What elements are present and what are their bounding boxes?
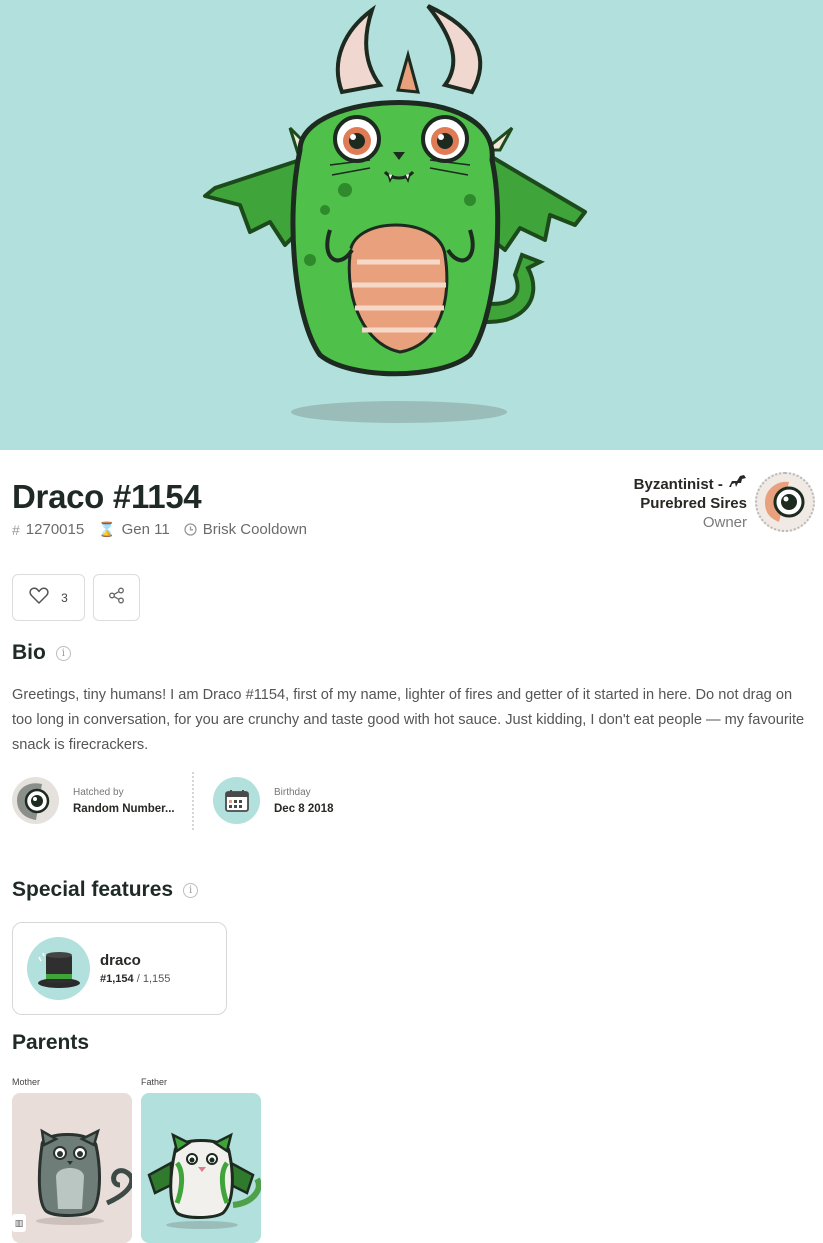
top-hat-icon [27, 937, 90, 1000]
owner-name-line2: Purebred Sires [640, 495, 747, 512]
kitty-id: # 1270015 [12, 521, 85, 538]
hash-icon: # [12, 521, 20, 538]
share-icon [108, 587, 125, 609]
share-button[interactable] [93, 574, 140, 621]
hatched-by-value: Random Number... [73, 802, 175, 815]
owner-info[interactable]: Byzantinist - Purebred Sires Owner [634, 473, 747, 532]
generation-badge-icon: ▥ [12, 1214, 26, 1232]
owner-avatar[interactable] [755, 472, 815, 532]
father-label: Father [141, 1077, 168, 1087]
parents-heading: Parents [12, 1031, 90, 1054]
heart-icon [29, 586, 49, 609]
info-icon[interactable]: i [183, 882, 199, 898]
bio-text: Greetings, tiny humans! I am Draco #1154… [12, 687, 805, 753]
owner-name-line1: Byzantinist - [633, 476, 723, 493]
hatched-by[interactable]: Hatched by Random Number... [12, 777, 175, 824]
father-kitty-illustration [147, 1132, 261, 1229]
kitty-cooldown[interactable]: Brisk Cooldown [184, 521, 307, 538]
clock-icon [184, 523, 197, 536]
mother-card[interactable] [12, 1093, 132, 1243]
like-count: 3 [61, 590, 68, 605]
feature-card-draco[interactable]: draco #1,154 / 1,155 [12, 922, 227, 1015]
feature-name: draco [100, 952, 141, 969]
info-icon[interactable]: i [55, 645, 71, 661]
kitty-generation[interactable]: ⌛ Gen 11 [98, 521, 170, 538]
father-card[interactable] [141, 1093, 261, 1243]
calendar-icon [213, 777, 260, 824]
birthday: Birthday Dec 8 2018 [213, 777, 333, 824]
birthday-label: Birthday [274, 786, 311, 798]
facts-divider [192, 772, 194, 830]
birthday-value: Dec 8 2018 [274, 802, 334, 815]
owner-role: Owner [702, 514, 747, 531]
bio-heading: Bio i [12, 641, 71, 665]
mother-kitty-illustration [36, 1128, 132, 1225]
horse-icon [727, 475, 747, 493]
hatcher-avatar [12, 777, 59, 824]
dragon-kitty-illustration [203, 4, 587, 423]
hourglass-icon: ⌛ [98, 521, 116, 537]
like-button[interactable]: 3 [12, 574, 85, 621]
feature-rank: #1,154 / 1,155 [100, 973, 171, 985]
special-features-heading: Special features i [12, 878, 199, 902]
kitty-name: Draco #1154 [12, 478, 202, 515]
kitty-meta: # 1270015 ⌛ Gen 11 Brisk Cooldown [12, 521, 321, 538]
kitty-hero-image [0, 0, 823, 450]
hatched-by-label: Hatched by [73, 786, 124, 798]
mother-label: Mother [12, 1077, 41, 1087]
